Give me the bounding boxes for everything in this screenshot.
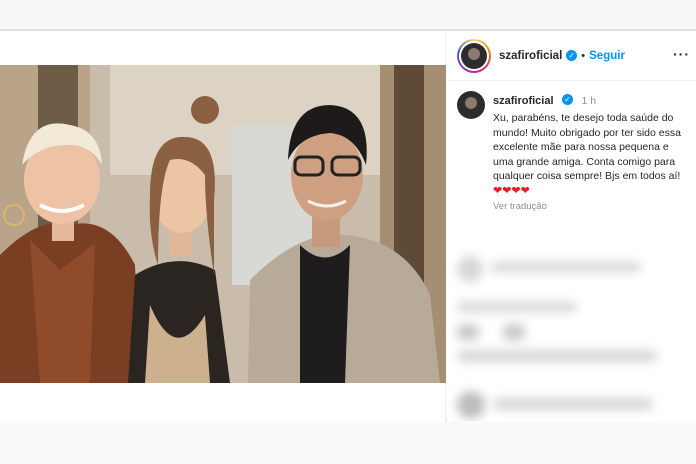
more-options-icon[interactable]: ··· (673, 46, 690, 62)
follow-button[interactable]: Seguir (589, 50, 625, 62)
profile-avatar (461, 42, 487, 69)
caption-username[interactable]: szafiroficial (493, 95, 554, 107)
blurred-comments (447, 246, 696, 421)
caption-verified-badge-icon: ✓ (561, 94, 573, 106)
verified-badge-icon: ✓ (566, 50, 578, 61)
bottom-area (0, 421, 696, 464)
story-ring[interactable] (457, 38, 491, 73)
separator-dot: • (581, 49, 586, 62)
top-bar (0, 0, 696, 30)
header-username[interactable]: szafiroficial (499, 50, 562, 62)
page: szafiroficial ✓ • Seguir ··· szafirofici… (0, 0, 696, 464)
post-caption: szafiroficial ✓ 1 h Xu, parabéns, te des… (457, 91, 689, 212)
heart-emoji-icons: ❤❤❤❤ (493, 184, 530, 197)
instagram-post: szafiroficial ✓ • Seguir ··· szafirofici… (0, 30, 696, 421)
caption-avatar[interactable] (457, 91, 485, 119)
post-media (0, 31, 446, 421)
caption-text: Xu, parabéns, te desejo toda saúde do mu… (493, 112, 681, 197)
post-sidebar: szafiroficial ✓ • Seguir ··· szafirofici… (447, 31, 696, 421)
post-header: szafiroficial ✓ • Seguir ··· (447, 31, 696, 81)
caption-time[interactable]: 1 h (581, 95, 596, 107)
post-photo[interactable] (0, 65, 446, 383)
photo-illustration (0, 65, 446, 383)
see-translation-link[interactable]: Ver tradução (493, 201, 689, 212)
